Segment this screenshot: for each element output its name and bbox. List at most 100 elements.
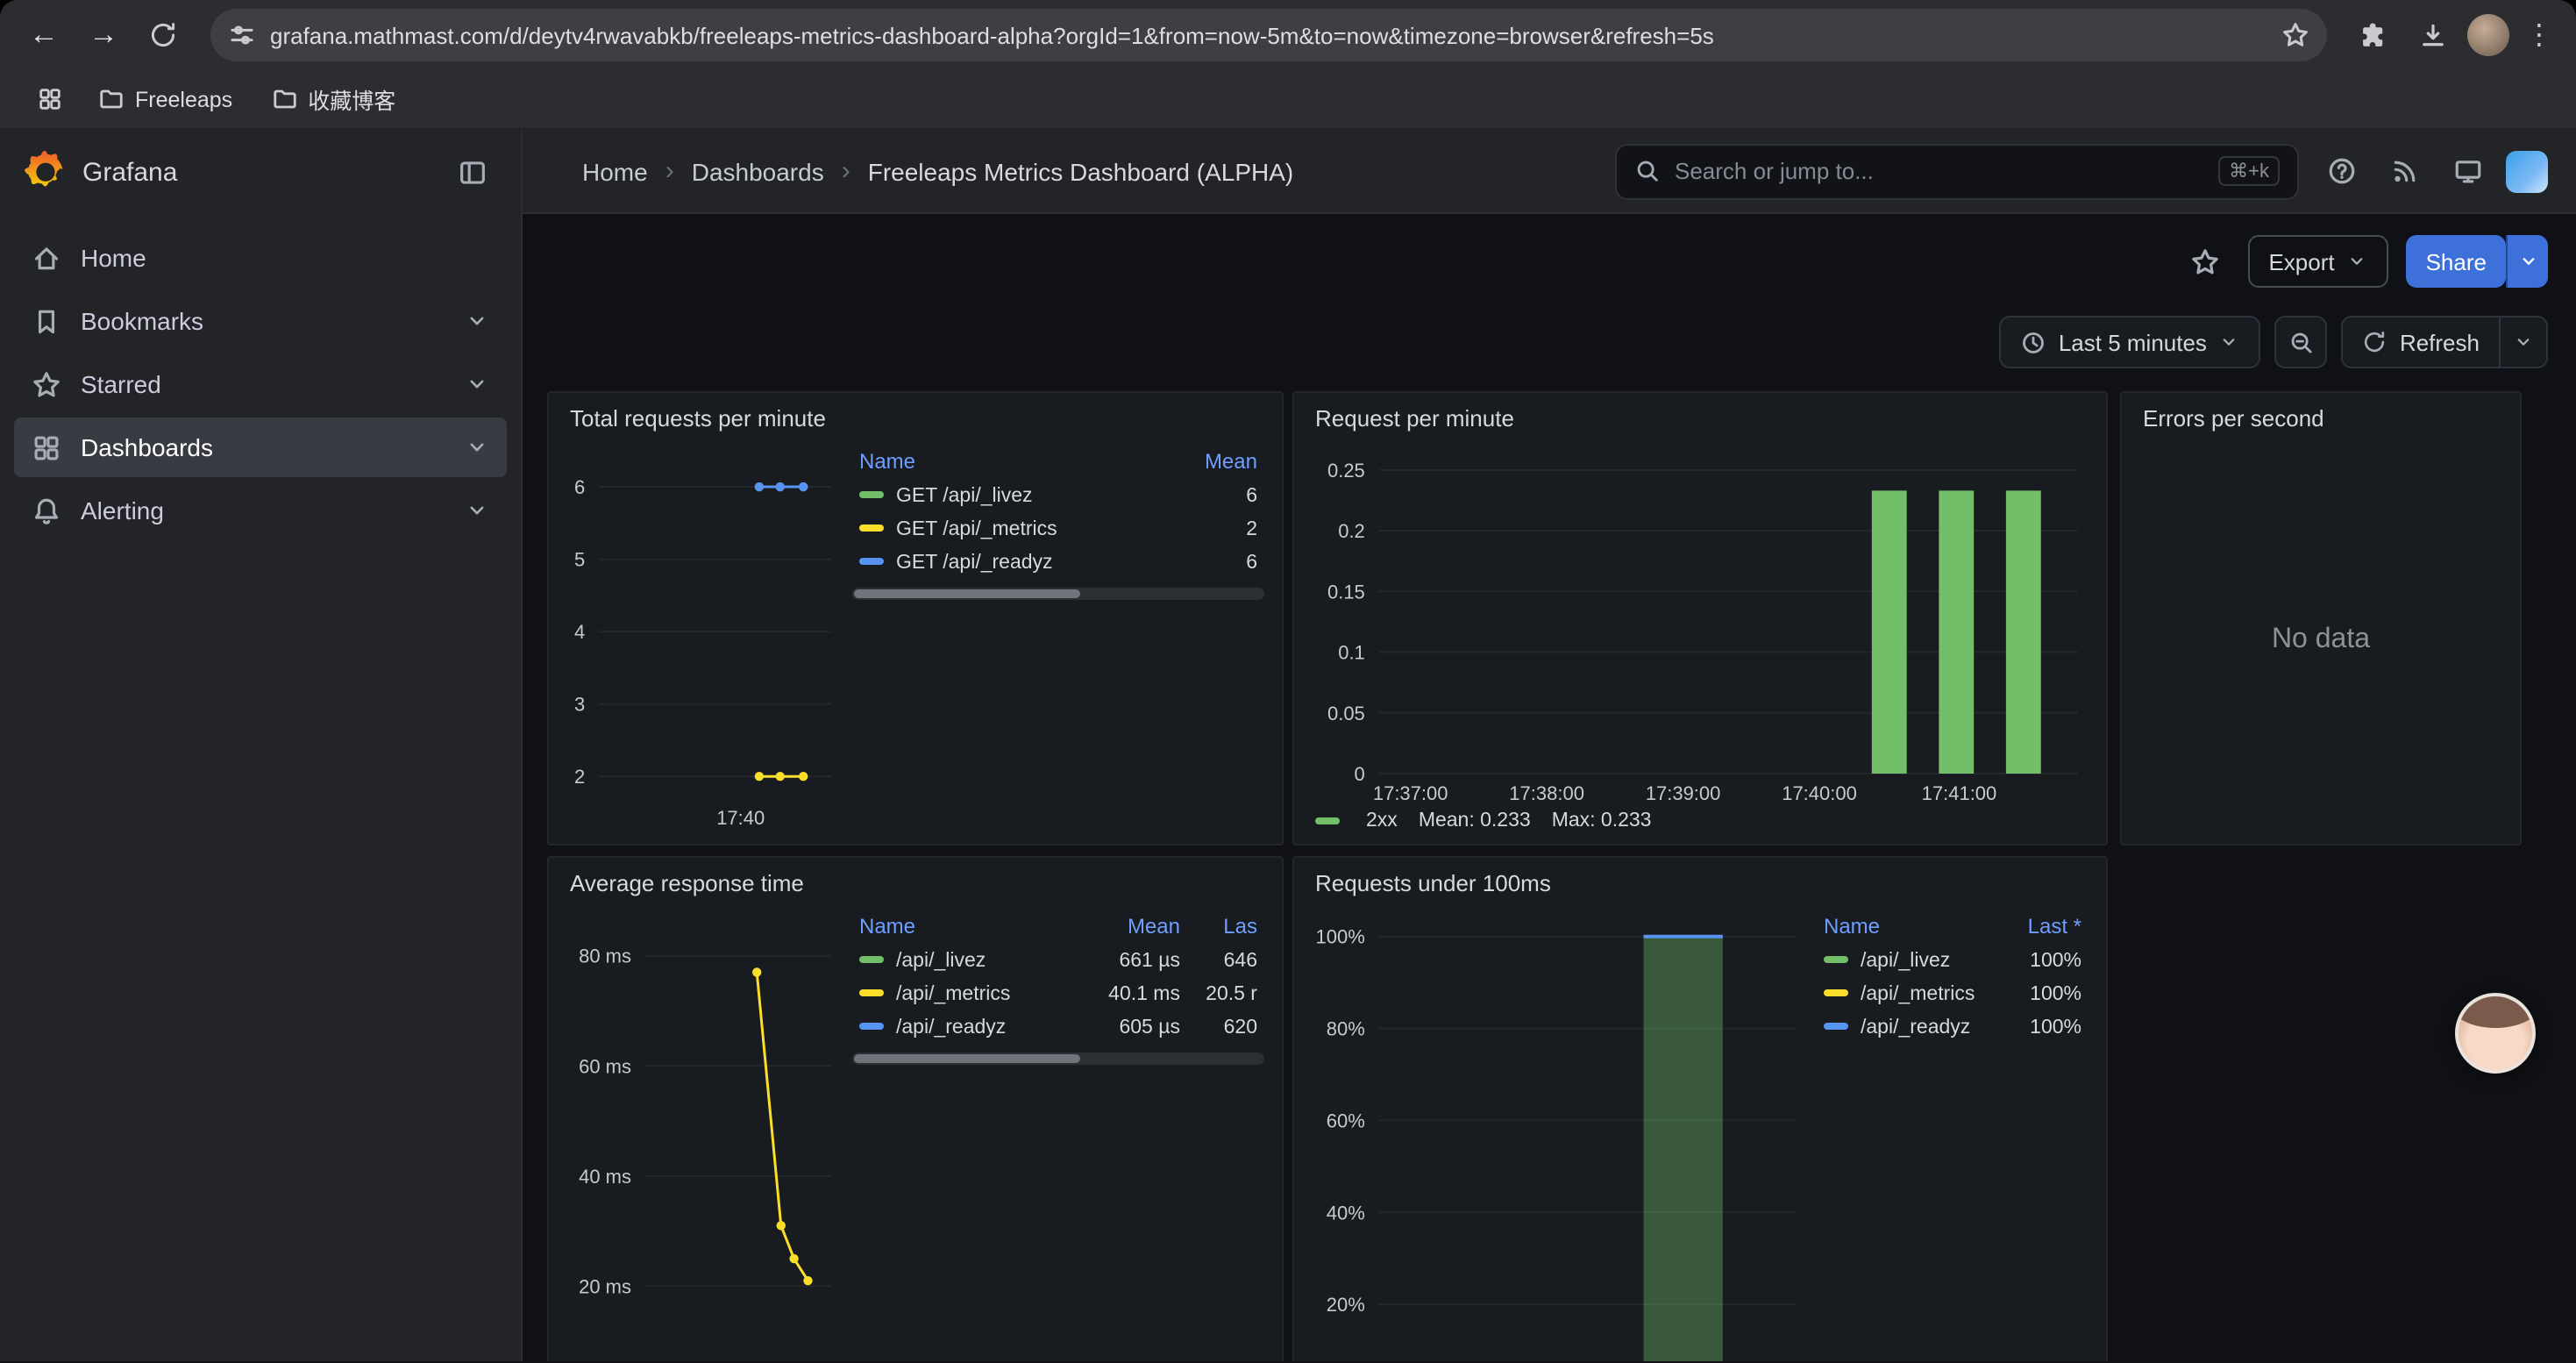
display-button[interactable] [2443, 146, 2492, 196]
search-bar[interactable]: ⌘+k [1615, 143, 2299, 199]
legend: NameLast */api/_livez100%/api/_metrics10… [1817, 905, 2089, 1044]
legend-row[interactable]: /api/_readyz605 µs620 [852, 1010, 1264, 1044]
zoom-out-icon [2288, 329, 2315, 355]
user-avatar[interactable] [2506, 150, 2548, 192]
series-swatch [859, 525, 884, 532]
url-input[interactable] [270, 22, 2267, 48]
legend-row[interactable]: /api/_metrics40.1 ms20.5 r [852, 977, 1264, 1010]
time-range-label: Last 5 minutes [2059, 329, 2207, 355]
sidebar-item-home[interactable]: Home [14, 228, 507, 288]
browser-menu-button[interactable]: ⋮ [2520, 18, 2558, 53]
legend-row[interactable]: /api/_readyz100% [1817, 1010, 2089, 1044]
panel-title[interactable]: Errors per second [2122, 393, 2520, 437]
chart-request-per-minute[interactable]: 0.250.20.150.10.05017:37:0017:38:0017:39… [1312, 440, 2089, 809]
apps-grid-icon [36, 86, 62, 112]
share-menu-button[interactable] [2506, 235, 2548, 288]
scrollbar-thumb[interactable] [854, 1054, 1081, 1063]
clock-icon [2020, 329, 2046, 355]
refresh-button[interactable]: Refresh [2344, 318, 2499, 367]
refresh-interval-button[interactable] [2499, 318, 2546, 367]
back-button[interactable]: ← [18, 9, 70, 61]
series-value: 620 [1187, 1010, 1264, 1044]
bookmark-star-icon[interactable] [2281, 21, 2309, 49]
svg-text:40%: 40% [1327, 1202, 1365, 1224]
browser-profile-avatar[interactable] [2467, 14, 2509, 56]
dashboards-icon [32, 432, 61, 462]
legend-column-header[interactable]: Las [1187, 909, 1264, 944]
apps-grid-button[interactable] [25, 75, 74, 124]
chevron-down-icon [465, 498, 489, 523]
breadcrumb-separator: › [842, 156, 850, 186]
series-name: GET /api/_metrics [896, 518, 1057, 539]
search-input[interactable] [1675, 158, 2204, 184]
grafana-logo[interactable] [25, 151, 67, 193]
legend-scrollbar[interactable] [852, 1053, 1264, 1065]
floating-assistant-avatar[interactable] [2455, 993, 2536, 1074]
svg-text:6: 6 [574, 476, 585, 498]
zoom-out-button[interactable] [2275, 316, 2328, 368]
reload-button[interactable] [137, 9, 189, 61]
legend-row[interactable]: GET /api/_readyz6 [852, 546, 1264, 579]
panel-title[interactable]: Requests under 100ms [1294, 858, 2106, 902]
extensions-button[interactable] [2348, 11, 2397, 60]
legend-column-header[interactable]: Last * [1980, 909, 2089, 944]
svg-text:0.15: 0.15 [1327, 581, 1365, 603]
folder-icon [98, 86, 125, 112]
breadcrumb-separator: › [665, 156, 674, 186]
chart-requests-under-100ms[interactable]: 100%80%60%40%20%0%17:40 [1312, 905, 1806, 1361]
legend-column-header[interactable]: Mean [1078, 909, 1187, 944]
legend-row[interactable]: /api/_metrics100% [1817, 977, 2089, 1010]
series-swatch [1824, 957, 1848, 964]
sidebar-collapse-button[interactable] [447, 147, 496, 196]
sidebar: Grafana Home [0, 130, 523, 1361]
star-dashboard-button[interactable] [2181, 237, 2230, 286]
sidebar-header: Grafana [0, 130, 521, 214]
forward-button[interactable]: → [77, 9, 130, 61]
bookmark-item[interactable]: 收藏博客 [257, 75, 409, 123]
bookmark-item[interactable]: Freeleaps [84, 79, 246, 119]
sidebar-item-bookmarks[interactable]: Bookmarks [14, 291, 507, 351]
chart-average-response-time[interactable]: 80 ms60 ms40 ms20 ms0 s17:40 [566, 905, 842, 1361]
url-bar[interactable] [210, 9, 2327, 61]
breadcrumb-home[interactable]: Home [582, 157, 648, 185]
panel-title[interactable]: Total requests per minute [549, 393, 1282, 437]
time-range-picker[interactable]: Last 5 minutes [1999, 316, 2261, 368]
sidebar-item-dashboards[interactable]: Dashboards [14, 417, 507, 477]
chevron-down-icon [465, 435, 489, 460]
svg-text:17:37:00: 17:37:00 [1373, 782, 1448, 804]
legend-row[interactable]: /api/_livez661 µs646 [852, 944, 1264, 977]
help-button[interactable] [2316, 146, 2366, 196]
series-name: /api/_livez [896, 950, 986, 971]
legend-row[interactable]: GET /api/_metrics 2 [852, 512, 1264, 546]
scrollbar-thumb[interactable] [854, 589, 1081, 598]
series-swatch [1315, 817, 1340, 824]
legend-column-header[interactable]: Name [1817, 909, 1980, 944]
chart-total-requests[interactable]: 6543217:40 [566, 440, 842, 833]
panel-title[interactable]: Request per minute [1294, 393, 2106, 437]
no-data-message: No data [2122, 437, 2520, 844]
panel-title[interactable]: Average response time [549, 858, 1282, 902]
series-swatch [859, 559, 884, 566]
legend-scrollbar[interactable] [852, 588, 1264, 600]
legend-row[interactable]: /api/_livez100% [1817, 944, 2089, 977]
browser-toolbar: ← → [0, 0, 2576, 70]
legend-column-header[interactable]: Name [852, 444, 1156, 479]
series-mean: Mean: 0.233 [1419, 810, 1531, 831]
legend-column-header[interactable]: Mean [1156, 444, 1264, 479]
sidebar-item-alerting[interactable]: Alerting [14, 481, 507, 540]
series-name: GET /api/_readyz [896, 552, 1053, 573]
legend[interactable]: 2xx Mean: 0.233 Max: 0.233 [1294, 809, 2106, 844]
breadcrumb-dashboards[interactable]: Dashboards [692, 157, 824, 185]
legend-row[interactable]: GET /api/_livez6 [852, 479, 1264, 512]
sidebar-item-starred[interactable]: Starred [14, 354, 507, 414]
site-info-icon[interactable] [228, 21, 256, 49]
rss-icon [2389, 156, 2419, 186]
news-button[interactable] [2380, 146, 2429, 196]
downloads-button[interactable] [2408, 11, 2457, 60]
legend-column-header[interactable]: Name [852, 909, 1078, 944]
svg-text:3: 3 [574, 694, 585, 716]
share-button[interactable]: Share [2407, 235, 2506, 288]
series-value: 2 [1156, 512, 1264, 546]
svg-text:4: 4 [574, 621, 585, 643]
export-button[interactable]: Export [2247, 235, 2388, 288]
